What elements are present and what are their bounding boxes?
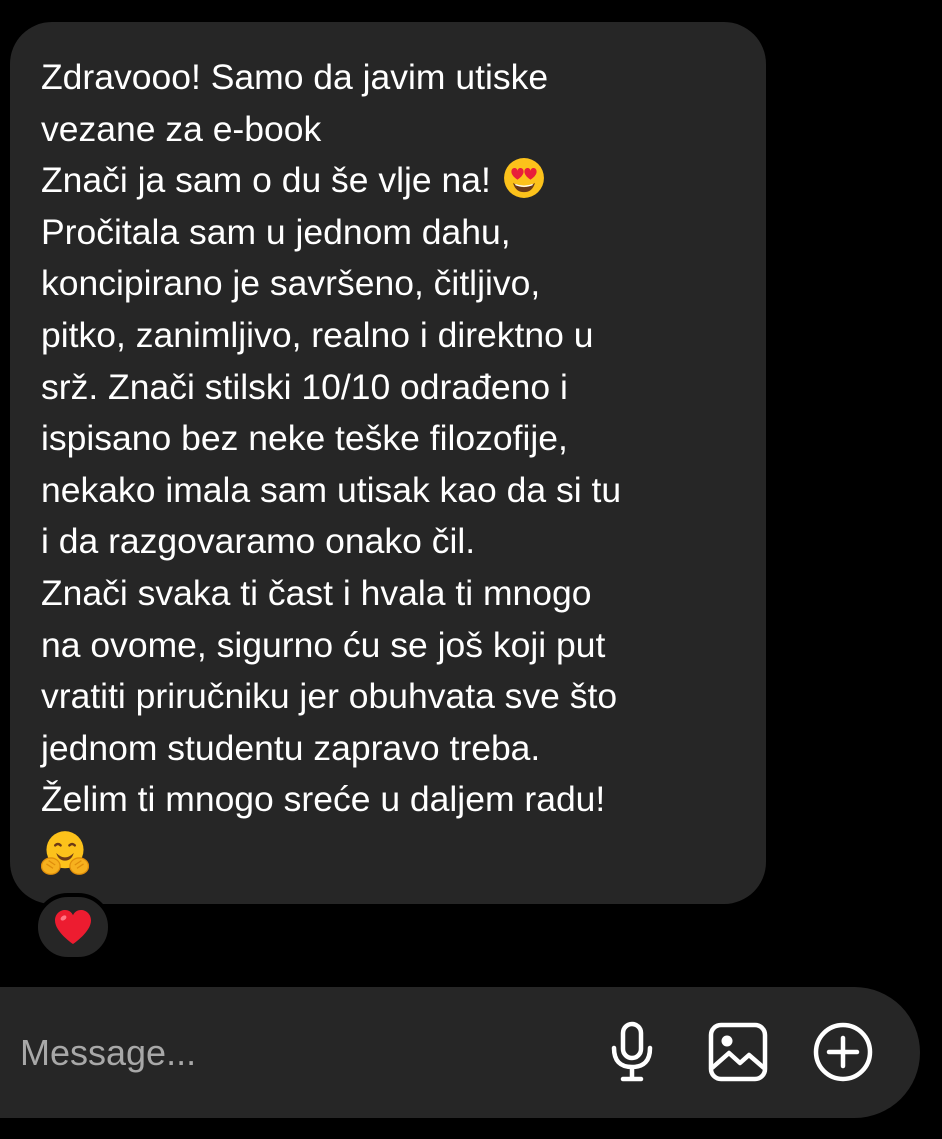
- heart-reaction-badge[interactable]: [34, 893, 112, 961]
- hugging-face-emoji-icon: [41, 831, 89, 875]
- gallery-icon: [708, 1022, 768, 1082]
- message-line: ispisano bez neke teške filozofije,: [41, 418, 568, 459]
- message-line: Znači svaka ti čast i hvala ti mnogo: [41, 572, 592, 613]
- message-line: jednom studentu zapravo treba.: [41, 727, 541, 768]
- red-heart-icon: [55, 910, 91, 944]
- message-line: srž. Znači stilski 10/10 odrađeno i: [41, 366, 568, 407]
- add-icon: [813, 1022, 873, 1082]
- message-line: nekako imala sam utisak kao da si tu: [41, 469, 622, 510]
- message-line: na ovome, sigurno ću se još koji put: [41, 624, 606, 665]
- message-line: pitko, zanimljivo, realno i direktno u: [41, 314, 594, 355]
- message-line: i da razgovaramo onako čil.: [41, 521, 476, 562]
- message-line: vezane za e-book: [41, 108, 322, 149]
- message-line: vratiti priručniku jer obuhvata sve što: [41, 676, 618, 717]
- message-line: Zdravooo! Samo da javim utiske: [41, 57, 549, 97]
- message-emoji-line: [41, 826, 746, 882]
- voice-message-button[interactable]: [588, 1008, 676, 1096]
- message-line: koncipirano je savršeno, čitljivo,: [41, 263, 541, 304]
- message-input[interactable]: [20, 987, 520, 1118]
- add-more-button[interactable]: [799, 1008, 887, 1096]
- microphone-icon: [611, 1021, 653, 1082]
- message-line-with-emoji: Znači ja sam o du še vlje na!: [41, 155, 746, 207]
- message-line: Pročitala sam u jednom dahu,: [41, 211, 511, 252]
- message-line-text: Znači ja sam o du še vlje na!: [41, 160, 491, 201]
- message-composer: [0, 987, 920, 1118]
- incoming-message-bubble[interactable]: Zdravooo! Samo da javim utiske vezane za…: [10, 22, 766, 904]
- gallery-button[interactable]: [694, 1008, 782, 1096]
- heart-eyes-emoji-icon: [503, 158, 544, 199]
- message-line: Želim ti mnogo sreće u daljem radu!: [41, 779, 606, 820]
